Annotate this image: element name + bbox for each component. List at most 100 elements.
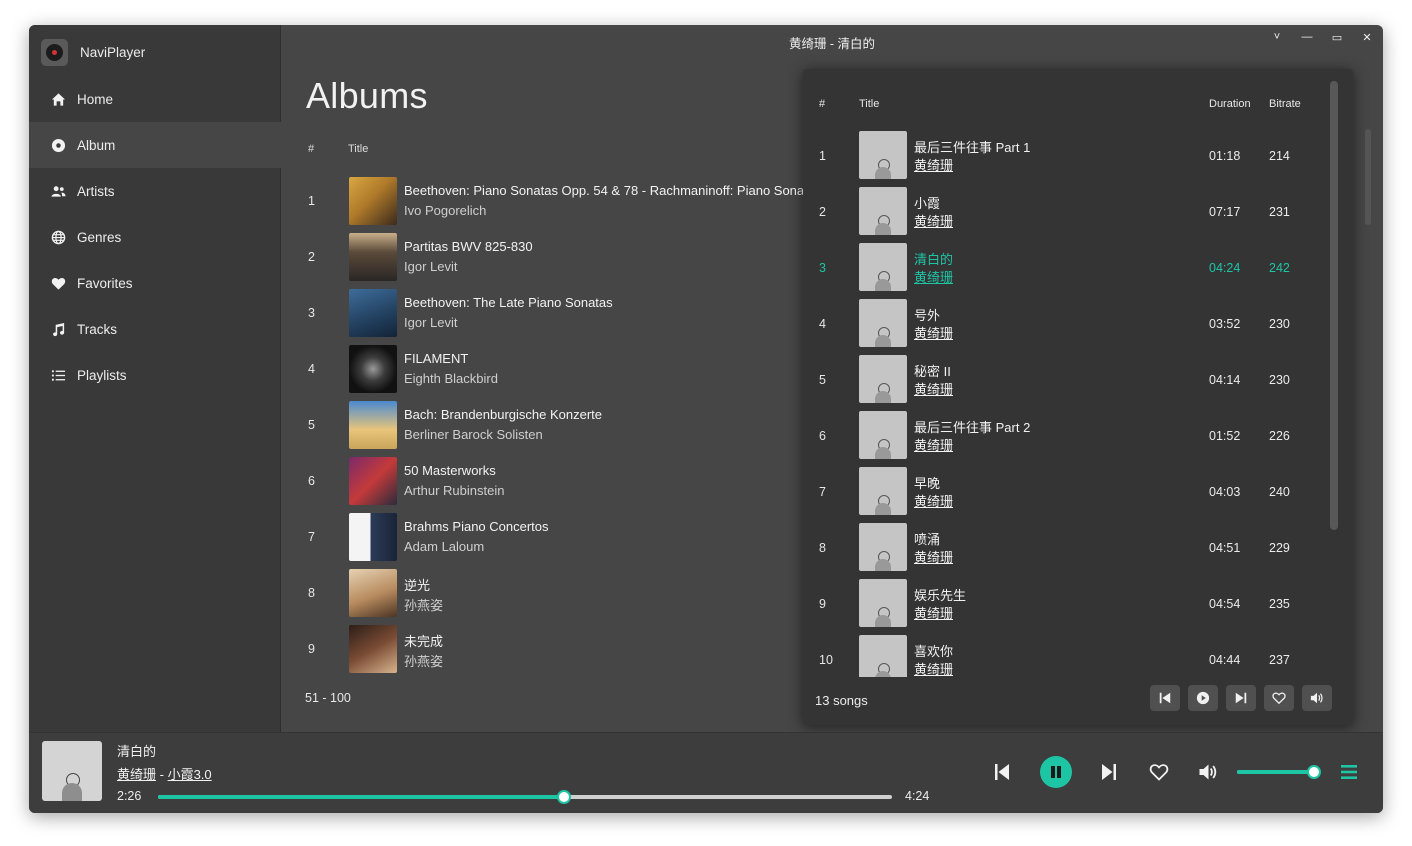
album-title[interactable]: Beethoven: Piano Sonatas Opp. 54 & 78 - … <box>404 183 850 198</box>
album-cover[interactable] <box>349 513 397 561</box>
elapsed-time: 2:26 <box>117 789 142 803</box>
album-artist[interactable]: Igor Levit <box>404 259 457 274</box>
album-row[interactable]: 1 Beethoven: Piano Sonatas Opp. 54 & 78 -… <box>281 174 850 230</box>
album-artist[interactable]: Eighth Blackbird <box>404 371 498 386</box>
album-row[interactable]: 9 未完成 孙燕姿 <box>281 622 841 678</box>
queue-play-button[interactable] <box>1188 685 1218 711</box>
queue-track-row[interactable]: 10 喜欢你 黄绮珊 04:44 237 <box>803 632 1329 677</box>
next-track-button[interactable] <box>1095 758 1123 786</box>
album-title[interactable]: FILAMENT <box>404 351 468 366</box>
album-title[interactable]: 50 Masterworks <box>404 463 496 478</box>
queue-scrollbar[interactable] <box>1330 81 1338 530</box>
album-row[interactable]: 6 50 Masterworks Arthur Rubinstein <box>281 454 841 510</box>
previous-track-button[interactable] <box>988 758 1016 786</box>
track-artist-link[interactable]: 黄绮珊 <box>914 155 953 174</box>
sidebar-item-home[interactable]: Home <box>29 76 281 122</box>
pause-button[interactable] <box>1040 756 1072 788</box>
track-artist-link[interactable]: 黄绮珊 <box>914 267 953 286</box>
track-artist-link[interactable]: 黄绮珊 <box>914 491 953 510</box>
album-title[interactable]: 逆光 <box>404 575 430 594</box>
album-row[interactable]: 8 逆光 孙燕姿 <box>281 566 841 622</box>
track-artist-link[interactable]: 黄绮珊 <box>914 211 953 230</box>
album-row[interactable]: 2 Partitas BWV 825-830 Igor Levit <box>281 230 841 286</box>
album-cover[interactable] <box>349 569 397 617</box>
volume-slider[interactable] <box>1237 765 1321 779</box>
track-artist-link[interactable]: 黄绮珊 <box>914 435 953 454</box>
queue-track-row[interactable]: 8 喷涌 黄绮珊 04:51 229 <box>803 520 1329 576</box>
track-artist-link[interactable]: 黄绮珊 <box>914 603 953 622</box>
queue-toggle-button[interactable] <box>1335 758 1363 786</box>
album-number: 4 <box>308 362 315 376</box>
queue-volume-button[interactable] <box>1302 685 1332 711</box>
album-title[interactable]: Beethoven: The Late Piano Sonatas <box>404 295 613 310</box>
album-number: 5 <box>308 418 315 432</box>
album-artist[interactable]: 孙燕姿 <box>404 651 443 670</box>
album-cover[interactable] <box>349 177 397 225</box>
queue-next-button[interactable] <box>1226 685 1256 711</box>
album-row[interactable]: 3 Beethoven: The Late Piano Sonatas Igor L… <box>281 286 841 342</box>
now-playing-artist-link[interactable]: 黄绮珊 <box>117 767 156 782</box>
album-number: 2 <box>308 250 315 264</box>
track-artist-link[interactable]: 黄绮珊 <box>914 323 953 342</box>
queue-track-row[interactable]: 4 号外 黄绮珊 03:52 230 <box>803 296 1329 352</box>
album-list: 1 Beethoven: Piano Sonatas Opp. 54 & 78 -… <box>281 174 850 678</box>
pagination-range: 51 - 100 <box>305 691 351 705</box>
album-artist[interactable]: Igor Levit <box>404 315 457 330</box>
sidebar-item-artists[interactable]: Artists <box>29 168 281 214</box>
sidebar-item-album[interactable]: Album <box>29 122 281 168</box>
album-row[interactable]: 7 Brahms Piano Concertos Adam Laloum <box>281 510 841 566</box>
sidebar-item-tracks[interactable]: Tracks <box>29 306 281 352</box>
album-artist[interactable]: Arthur Rubinstein <box>404 483 504 498</box>
queue-favorite-button[interactable] <box>1264 685 1294 711</box>
album-title[interactable]: Brahms Piano Concertos <box>404 519 549 534</box>
queue-track-row[interactable]: 5 秘密 II 黄绮珊 04:14 230 <box>803 352 1329 408</box>
seek-bar[interactable] <box>158 790 892 804</box>
volume-button[interactable] <box>1194 758 1222 786</box>
app-header: NaviPlayer <box>41 38 145 66</box>
album-cover[interactable] <box>349 401 397 449</box>
volume-handle[interactable] <box>1307 765 1321 779</box>
queue-track-row[interactable]: 7 早晚 黄绮珊 04:03 240 <box>803 464 1329 520</box>
track-artist-link[interactable]: 黄绮珊 <box>914 379 953 398</box>
queue-track-row[interactable]: 9 娱乐先生 黄绮珊 04:54 235 <box>803 576 1329 632</box>
track-duration: 07:17 <box>1209 205 1241 219</box>
albums-scrollbar[interactable] <box>1365 129 1371 225</box>
album-title[interactable]: Bach: Brandenburgische Konzerte <box>404 407 602 422</box>
now-playing-album-link[interactable]: 小霞3.0 <box>168 767 212 782</box>
album-artist[interactable]: 孙燕姿 <box>404 595 443 614</box>
sidebar-item-playlists[interactable]: Playlists <box>29 352 281 398</box>
track-artist-link[interactable]: 黄绮珊 <box>914 547 953 566</box>
queue-track-row[interactable]: 1 最后三件往事 Part 1 黄绮珊 01:18 214 <box>803 128 1329 184</box>
track-duration: 01:52 <box>1209 429 1241 443</box>
album-cover[interactable] <box>349 457 397 505</box>
now-playing-cover[interactable] <box>42 741 102 801</box>
track-number: 4 <box>819 317 826 331</box>
seek-bar-handle[interactable] <box>556 790 571 804</box>
track-cover <box>859 467 907 515</box>
track-cover <box>859 355 907 403</box>
album-artist[interactable]: Adam Laloum <box>404 539 484 554</box>
album-number: 8 <box>308 586 315 600</box>
track-cover <box>859 299 907 347</box>
sidebar-item-genres[interactable]: Genres <box>29 214 281 260</box>
sidebar-item-favorites[interactable]: Favorites <box>29 260 281 306</box>
queue-previous-button[interactable] <box>1150 685 1180 711</box>
album-cover[interactable] <box>349 233 397 281</box>
favorite-button[interactable] <box>1145 758 1173 786</box>
album-cover[interactable] <box>349 345 397 393</box>
album-row[interactable]: 4 FILAMENT Eighth Blackbird <box>281 342 841 398</box>
album-artist[interactable]: Ivo Pogorelich <box>404 203 486 218</box>
album-title[interactable]: Partitas BWV 825-830 <box>404 239 533 254</box>
queue-track-row[interactable]: 3 清白的 黄绮珊 04:24 242 <box>803 240 1329 296</box>
album-artist[interactable]: Berliner Barock Solisten <box>404 427 543 442</box>
album-title[interactable]: 未完成 <box>404 631 443 650</box>
player-bar: 清白的 黄绮珊 - 小霞3.0 2:26 4:24 <box>29 732 1383 813</box>
queue-track-row[interactable]: 2 小霞 黄绮珊 07:17 231 <box>803 184 1329 240</box>
track-artist-link[interactable]: 黄绮珊 <box>914 659 953 677</box>
album-cover[interactable] <box>349 289 397 337</box>
album-row[interactable]: 5 Bach: Brandenburgische Konzerte Berliner… <box>281 398 841 454</box>
track-number: 8 <box>819 541 826 555</box>
queue-track-row[interactable]: 6 最后三件往事 Part 2 黄绮珊 01:52 226 <box>803 408 1329 464</box>
pause-icon <box>1051 766 1061 778</box>
album-cover[interactable] <box>349 625 397 673</box>
